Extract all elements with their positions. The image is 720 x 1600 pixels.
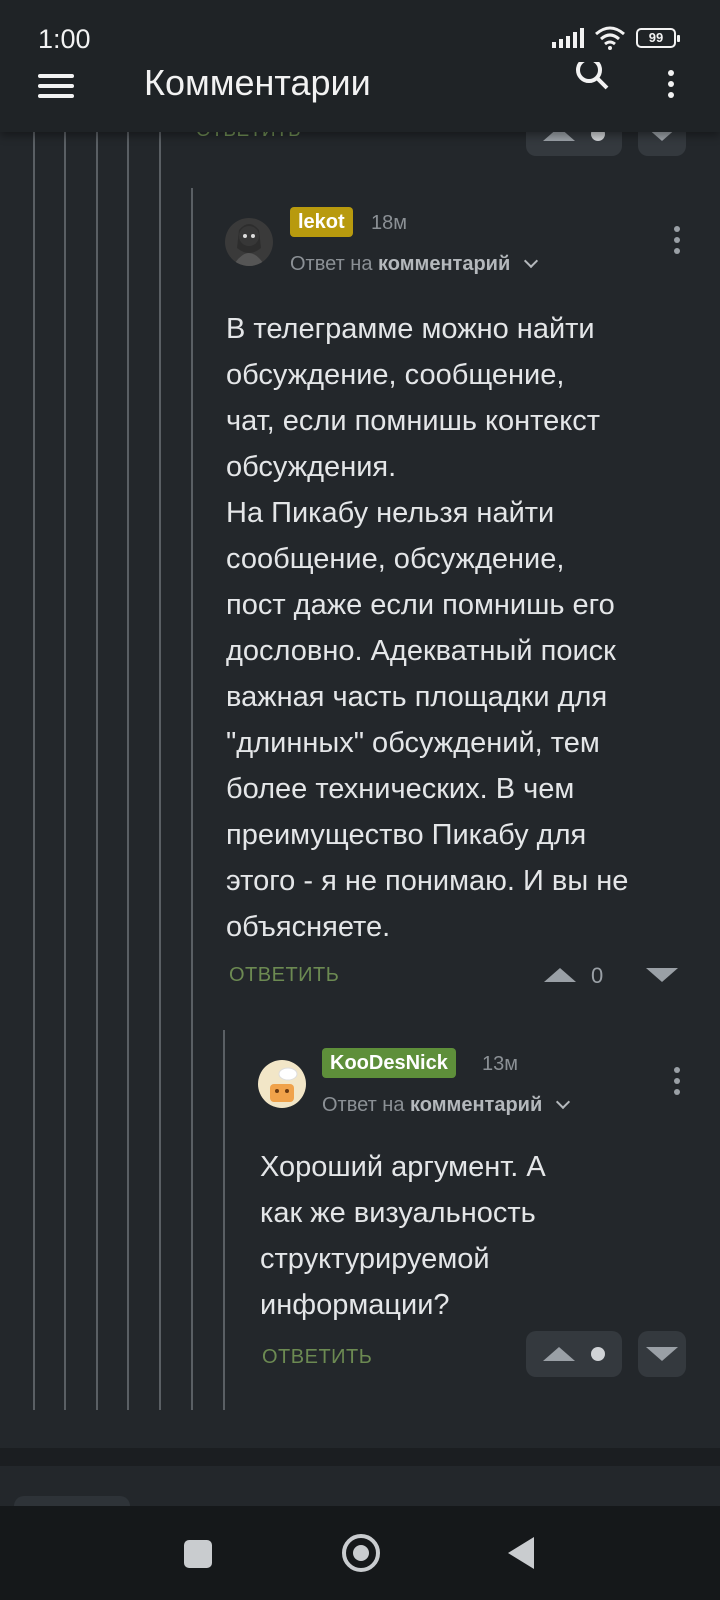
upvote-icon <box>543 1347 575 1361</box>
downvote-icon <box>646 1347 678 1361</box>
thread-line <box>96 130 98 1410</box>
back-icon[interactable] <box>508 1537 534 1569</box>
recents-icon[interactable] <box>184 1540 212 1568</box>
chevron-down-icon <box>523 253 538 269</box>
reply-button[interactable]: ОТВЕТИТЬ <box>262 1346 372 1369</box>
reply-to[interactable]: Ответ на комментарий <box>290 253 538 276</box>
comment-time: 18м <box>371 212 407 234</box>
reply-to-target: комментарий <box>378 253 511 275</box>
reply-to-prefix: Ответ на <box>290 253 373 275</box>
section-divider <box>0 1448 720 1466</box>
menu-icon[interactable] <box>38 74 74 98</box>
thread-line <box>64 130 66 1410</box>
thread-line <box>159 130 161 1410</box>
wifi-icon <box>595 26 625 50</box>
reply-to[interactable]: Ответ на комментарий <box>322 1094 570 1117</box>
username[interactable]: lekot <box>290 207 353 237</box>
comment-time: 13м <box>482 1053 518 1075</box>
rating: 0 <box>591 963 604 988</box>
thread-line <box>191 188 193 1410</box>
thread-line <box>33 130 35 1410</box>
thread-line <box>223 1030 225 1410</box>
system-nav-bar <box>0 1506 720 1600</box>
status-time: 1:00 <box>38 24 91 54</box>
reply-to-target: комментарий <box>410 1094 543 1116</box>
thread-line <box>127 130 129 1410</box>
comment-text: Хороший аргумент. А как же визуальность … <box>260 1151 546 1321</box>
more-options-icon[interactable] <box>674 226 682 259</box>
avatar[interactable] <box>258 1060 306 1108</box>
downvote-button[interactable] <box>638 1331 686 1377</box>
home-icon[interactable] <box>342 1534 380 1572</box>
upvote-button[interactable] <box>526 1331 622 1377</box>
more-options-icon[interactable] <box>674 1067 682 1100</box>
search-icon[interactable] <box>574 62 612 92</box>
rating-hidden-dot <box>591 1347 605 1361</box>
downvote-button[interactable] <box>646 968 678 982</box>
signal-icon <box>552 28 584 48</box>
page-title: Комментарии <box>144 62 371 103</box>
upvote-button[interactable] <box>544 968 576 982</box>
status-bar: 1:00 99 <box>0 0 720 62</box>
reply-button[interactable]: ОТВЕТИТЬ <box>229 964 339 987</box>
comment-text: В телеграмме можно найти обсуждение, соо… <box>226 313 629 943</box>
chevron-down-icon <box>555 1094 570 1110</box>
more-options-icon[interactable] <box>668 70 676 98</box>
status-icons: 99 <box>552 26 680 50</box>
avatar[interactable] <box>225 218 273 266</box>
battery-icon: 99 <box>636 28 680 48</box>
app-bar: Комментарии <box>0 62 720 132</box>
reply-to-prefix: Ответ на <box>322 1094 405 1116</box>
username[interactable]: KooDesNick <box>322 1048 456 1078</box>
